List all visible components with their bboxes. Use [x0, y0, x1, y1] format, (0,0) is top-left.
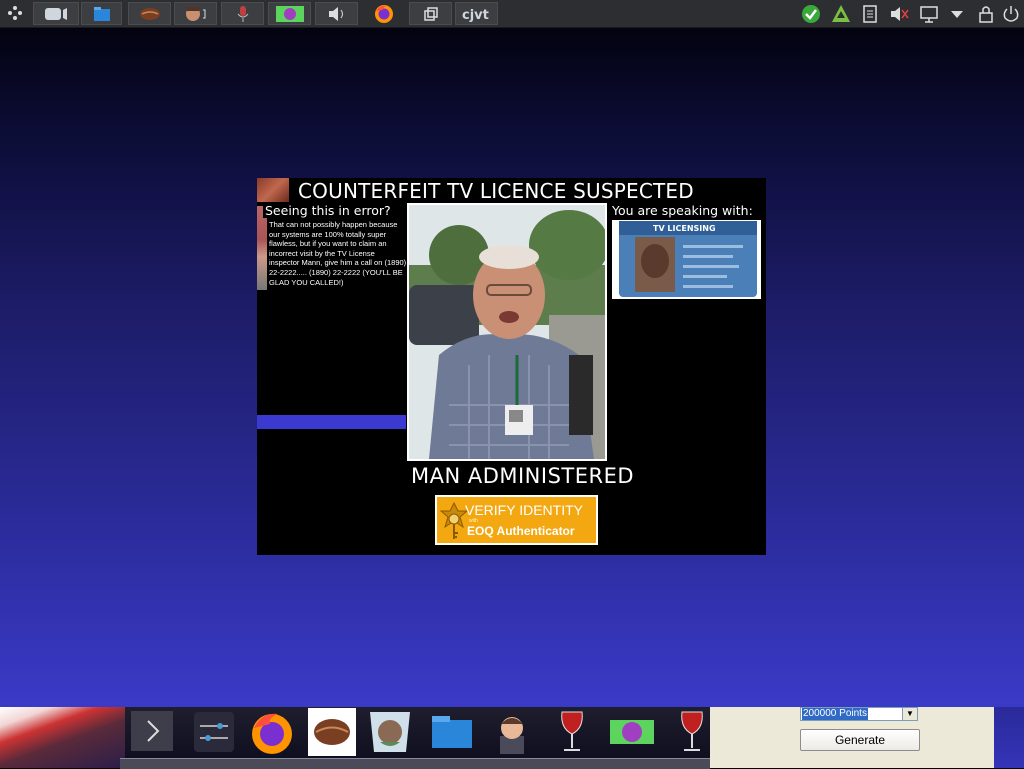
- file-manager-icon: [93, 6, 110, 21]
- game-icon[interactable]: [608, 708, 656, 756]
- error-body: That can not possibly happen because our…: [269, 220, 407, 287]
- firefox-icon[interactable]: [248, 708, 296, 756]
- window-icon: [423, 6, 438, 21]
- taskbar-cjvt[interactable]: cjvt: [455, 2, 498, 25]
- points-select[interactable]: 200000 Points ▼: [800, 707, 918, 721]
- verify-sub-label: EOQ Authenticator: [467, 524, 575, 538]
- speaker-icon: [328, 6, 343, 21]
- taskbar-speaker[interactable]: [315, 2, 358, 25]
- taskbar-game[interactable]: [268, 2, 311, 25]
- power-icon[interactable]: [1000, 3, 1022, 25]
- corner-thumbnail: [257, 178, 289, 202]
- error-heading: Seeing this in error?: [263, 203, 393, 218]
- chevron-down-icon[interactable]: [946, 3, 968, 25]
- id-card-text: TV LICENSING: [653, 224, 716, 233]
- wallpaper-flag-corner: [0, 707, 125, 768]
- avatar-icon[interactable]: [366, 708, 414, 756]
- wine-icon[interactable]: [548, 708, 596, 756]
- right-background-strip: [994, 707, 1024, 768]
- triangle-icon[interactable]: [830, 3, 852, 25]
- left-blue-bar: [257, 415, 406, 429]
- licence-dialog: COUNTERFEIT TV LICENCE SUSPECTED Seeing …: [257, 178, 766, 555]
- lock-icon[interactable]: [975, 3, 997, 25]
- chevron-right-icon[interactable]: [131, 711, 173, 751]
- top-panel: cjvt: [0, 0, 1024, 28]
- microphone-icon: [237, 5, 248, 22]
- folder-icon[interactable]: [428, 708, 476, 756]
- volume-muted-icon[interactable]: [888, 3, 910, 25]
- taskbar-window[interactable]: [409, 2, 452, 25]
- caption: MAN ADMINISTERED: [410, 464, 635, 488]
- check-icon[interactable]: [800, 3, 822, 25]
- dialog-title: COUNTERFEIT TV LICENCE SUSPECTED: [298, 179, 694, 203]
- generator-panel: 200000 Points ▼ Generate: [710, 707, 994, 768]
- left-image-strip: [257, 206, 267, 290]
- taskbar-coffee[interactable]: [128, 2, 171, 25]
- wine-icon-second[interactable]: [668, 708, 716, 756]
- avatar-sound-icon: [185, 6, 205, 21]
- verify-identity-button[interactable]: VERIFY IDENTITY with EOQ Authenticator: [435, 495, 598, 545]
- coffee-icon: [139, 7, 160, 20]
- generate-button[interactable]: Generate: [800, 729, 920, 751]
- taskbar-avatar-sound[interactable]: [174, 2, 217, 25]
- clipboard-icon[interactable]: [859, 3, 881, 25]
- taskbar-file-manager[interactable]: [81, 2, 122, 25]
- speaking-with-heading: You are speaking with:: [612, 203, 753, 218]
- person-icon[interactable]: [488, 708, 536, 756]
- coffee-icon[interactable]: [308, 708, 356, 756]
- inspector-photo: [407, 203, 607, 461]
- points-value: 200000 Points: [802, 708, 868, 720]
- cjvt-icon: cjvt: [462, 8, 489, 22]
- svg-text:cjvt: cjvt: [462, 8, 489, 22]
- firefox-icon[interactable]: [374, 4, 394, 24]
- media-player-icon: [45, 7, 67, 20]
- dock-shelf: [120, 758, 710, 769]
- taskbar-microphone[interactable]: [221, 2, 264, 25]
- app-menu-icon[interactable]: [6, 4, 24, 22]
- dropdown-arrow-icon[interactable]: ▼: [902, 708, 917, 720]
- verify-label: VERIFY IDENTITY: [465, 502, 583, 518]
- game-icon: [275, 5, 304, 22]
- taskbar-media-player[interactable]: [33, 2, 79, 25]
- id-card-photo: TV LICENSING: [612, 220, 761, 299]
- network-icon[interactable]: [918, 3, 940, 25]
- settings-sliders-icon[interactable]: [190, 708, 238, 756]
